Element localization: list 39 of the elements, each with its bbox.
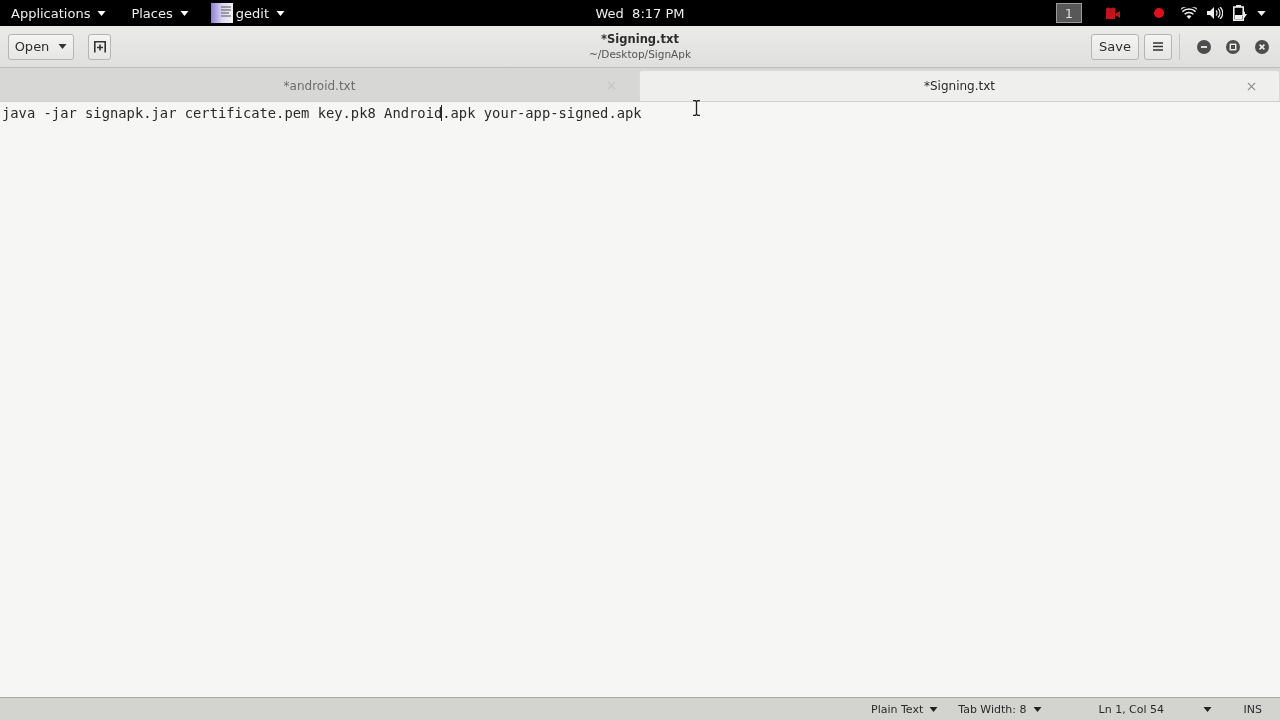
caret-icon (179, 10, 189, 16)
language-dropdown[interactable]: Plain Text (871, 702, 939, 716)
new-tab-button[interactable] (88, 33, 111, 60)
tab-label: *android.txt (283, 78, 356, 93)
video-camera-icon[interactable] (1105, 7, 1121, 19)
app-menu[interactable]: gedit (210, 0, 285, 26)
top-bar-menu[interactable]: Applications (11, 0, 107, 26)
open-button[interactable]: Open (8, 33, 74, 60)
caret-icon (276, 10, 285, 16)
window-title: *Signing.txt (601, 31, 679, 47)
caret-icon (97, 10, 107, 16)
maximize-icon[interactable] (1226, 39, 1240, 54)
new-tab-icon (93, 40, 106, 53)
window-subtitle: ~/Desktop/SignApk (589, 46, 691, 62)
cursor-position-dropdown[interactable]: Ln 1, Col 54 (1098, 702, 1212, 716)
battery-charging-icon[interactable] (1233, 5, 1247, 21)
tab-label: *Signing.txt (923, 79, 996, 93)
workspace-indicator[interactable]: 1 (1056, 3, 1082, 23)
close-icon[interactable] (1255, 39, 1269, 54)
tab-width-dropdown[interactable]: Tab Width: 8 (958, 702, 1042, 716)
document-tab[interactable]: *Signing.txt (639, 70, 1280, 101)
code-line: java -jar signapk.jar certificate.pem key.pk8 Android.apk your-app-signed.apk (2, 105, 642, 122)
save-button[interactable]: Save (1091, 33, 1139, 60)
top-bar-menu[interactable]: Places (131, 0, 189, 26)
volume-icon[interactable] (1207, 7, 1223, 19)
menu-button[interactable] (1144, 33, 1172, 60)
caret-icon (1032, 706, 1042, 712)
text-editor-icon (210, 3, 233, 23)
insert-mode-indicator: INS (1243, 702, 1262, 716)
caret-icon (58, 44, 68, 49)
menu-icon (1153, 42, 1163, 51)
wifi-icon[interactable] (1181, 7, 1197, 19)
i-beam-cursor-icon (693, 100, 700, 116)
caret-icon (1202, 706, 1212, 712)
minimize-icon[interactable] (1197, 39, 1211, 54)
clock[interactable]: Wed 8:17 PM (595, 5, 685, 21)
caret-icon[interactable] (1257, 10, 1266, 16)
caret-icon (929, 706, 939, 712)
record-dot-icon[interactable] (1154, 8, 1164, 18)
